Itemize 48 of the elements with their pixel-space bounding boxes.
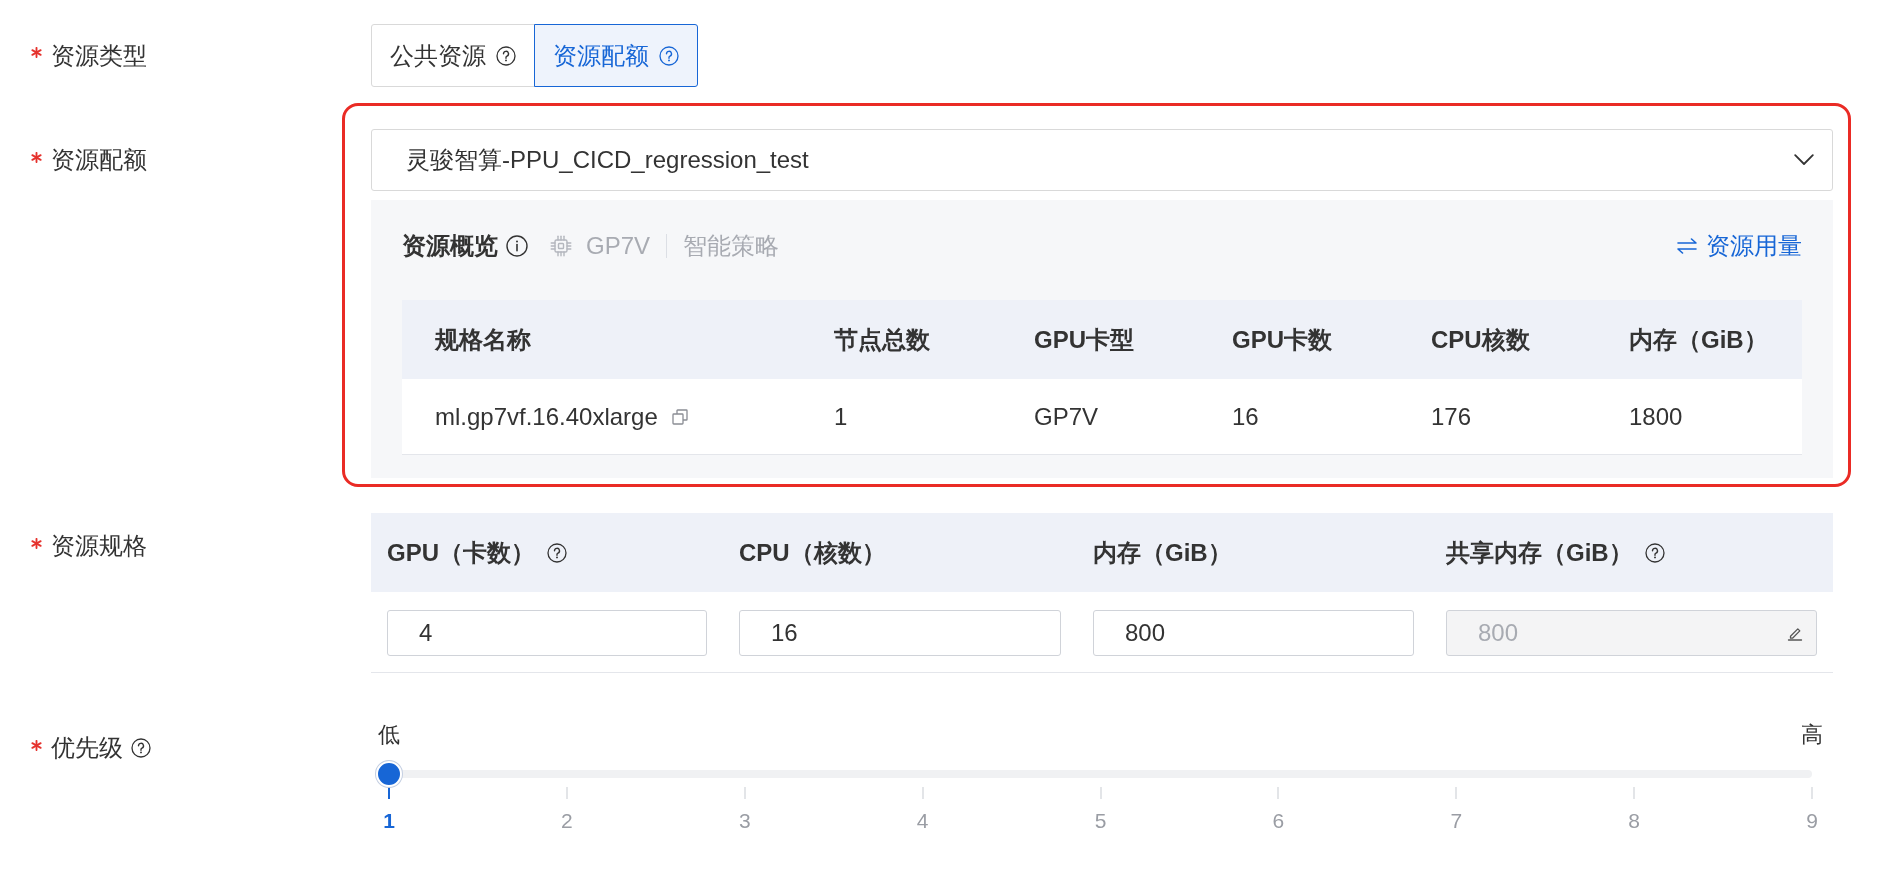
column-header: GPU卡型 — [1034, 324, 1134, 355]
form-label: 资源类型 — [51, 40, 147, 71]
tick-label: 2 — [561, 809, 573, 833]
input-field[interactable]: 4 — [387, 610, 707, 656]
table-cell: ml.gp7vf.16.40xlarge — [435, 402, 658, 431]
column-header: 共享内存（GiB） — [1446, 537, 1633, 568]
pencil-icon[interactable] — [1787, 625, 1803, 641]
input-field[interactable]: 800 — [1093, 610, 1414, 656]
chip-icon — [550, 235, 572, 257]
column-header: 内存（GiB） — [1093, 537, 1232, 568]
column-header: 内存（GiB） — [1629, 324, 1768, 355]
table-cell: 1800 — [1629, 402, 1683, 431]
input-field[interactable]: 16 — [739, 610, 1061, 656]
column-header: CPU（核数） — [739, 537, 886, 568]
panel-title: 资源概览 — [402, 231, 498, 261]
column-header: GPU卡数 — [1232, 324, 1332, 355]
gpu-type-label: GP7V — [586, 232, 651, 260]
column-header: 规格名称 — [435, 324, 531, 355]
tick-label: 6 — [1272, 809, 1285, 833]
strategy-label: 智能策略 — [683, 231, 780, 261]
segment-option[interactable]: 资源配额 — [534, 24, 698, 87]
quota-select[interactable]: 灵骏智算-PPU_CICD_regression_test — [371, 129, 1833, 191]
chevron-down-icon — [1794, 154, 1814, 166]
table-cell: 1 — [834, 402, 848, 431]
tick-label: 8 — [1628, 809, 1640, 833]
form-label: 优先级 — [51, 733, 123, 763]
tick-label: 5 — [1094, 809, 1107, 833]
tick-label: 4 — [916, 809, 929, 833]
tick-label: 3 — [738, 809, 751, 833]
segment-option[interactable]: 公共资源 — [371, 24, 535, 87]
table-cell: 16 — [1232, 402, 1259, 431]
tick-label: 1 — [383, 809, 395, 833]
table-cell: GP7V — [1034, 402, 1099, 431]
tick-label: 7 — [1450, 809, 1463, 833]
column-header: GPU（卡数） — [387, 537, 535, 568]
usage-link[interactable]: 资源用量 — [1677, 230, 1802, 262]
column-header: 节点总数 — [834, 324, 930, 355]
info-icon — [506, 235, 528, 257]
copy-icon[interactable] — [671, 408, 688, 425]
form-label: 资源配额 — [51, 145, 147, 175]
slider-max-label: 高 — [1800, 722, 1824, 748]
slider-thumb[interactable] — [376, 761, 402, 787]
tick-mark — [388, 787, 390, 799]
table-cell: 176 — [1431, 402, 1472, 431]
slider-min-label: 低 — [377, 722, 401, 748]
form-label: 资源规格 — [51, 531, 147, 561]
tick-label: 9 — [1806, 809, 1818, 833]
column-header: CPU核数 — [1431, 324, 1530, 355]
